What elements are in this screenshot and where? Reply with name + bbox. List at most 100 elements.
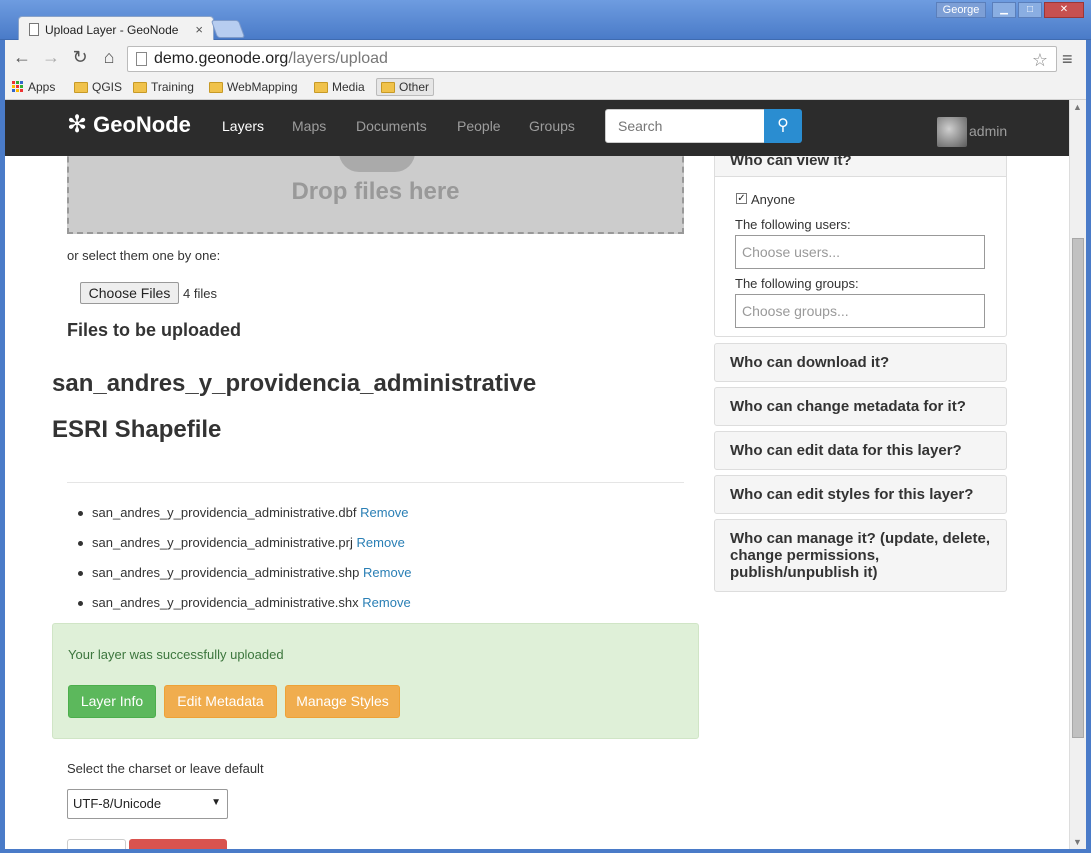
files-heading: Files to be uploaded (67, 320, 242, 340)
file-drop-zone[interactable]: Drop files here (67, 156, 684, 234)
window-frame (0, 849, 1091, 853)
list-item: san_andres_y_providencia_administrative.… (77, 594, 411, 624)
choose-files-button[interactable]: Choose Files (80, 282, 179, 304)
bookmark-folder-qgis[interactable]: QGIS (70, 78, 126, 96)
nav-groups[interactable]: Groups (529, 118, 575, 134)
clear-button[interactable] (67, 839, 126, 849)
upload-icon (339, 156, 415, 172)
tab-close-icon[interactable]: × (195, 22, 203, 37)
page-content: Drop files here or select them one by on… (5, 156, 1069, 849)
bookmark-folder-media[interactable]: Media (310, 78, 369, 96)
permission-edit-styles[interactable]: Who can edit styles for this layer? (714, 475, 1007, 514)
bookmark-folder-other[interactable]: Other (376, 78, 435, 96)
page-scrollbar[interactable]: ▲ ▼ (1069, 100, 1086, 849)
bookmark-folder-training[interactable]: Training (129, 78, 198, 96)
permission-download[interactable]: Who can download it? (714, 343, 1007, 382)
file-list: san_andres_y_providencia_administrative.… (77, 504, 411, 624)
bookmark-label: Media (332, 80, 365, 94)
bookmark-star-icon[interactable]: ☆ (1032, 48, 1048, 72)
panel-heading: Who can view it? (715, 156, 1006, 177)
url-path: /layers/upload (288, 50, 388, 67)
anyone-label: Anyone (751, 192, 796, 207)
back-arrow-icon[interactable]: ← (12, 48, 32, 66)
geonode-logo[interactable]: ✻ GeoNode (67, 112, 191, 138)
scroll-up-icon[interactable]: ▲ (1073, 102, 1082, 112)
reload-icon[interactable]: ↻ (70, 48, 90, 66)
edit-metadata-button[interactable]: Edit Metadata (164, 685, 277, 718)
scroll-down-icon[interactable]: ▼ (1073, 837, 1082, 847)
geonode-flower-icon: ✻ (67, 111, 88, 138)
permission-view-panel: Who can view it? ✓ Anyone The following … (714, 156, 1007, 337)
page-icon (29, 23, 39, 36)
home-icon[interactable]: ⌂ (99, 48, 119, 66)
nav-people[interactable]: People (457, 118, 501, 134)
bookmark-label: QGIS (92, 80, 123, 94)
files-count: 4 files (183, 286, 217, 301)
address-bar[interactable]: demo.geonode.org/layers/upload ☆ (127, 46, 1057, 72)
nav-layers[interactable]: Layers (222, 118, 264, 134)
nav-maps[interactable]: Maps (292, 118, 326, 134)
success-message: Your layer was successfully uploaded (68, 647, 284, 662)
charset-value: UTF-8/Unicode (73, 796, 162, 811)
browser-tab[interactable]: Upload Layer - GeoNode × (18, 16, 214, 42)
bookmark-label: Training (151, 80, 194, 94)
layer-type: ESRI Shapefile (52, 416, 222, 443)
select-files-hint: or select them one by one: (67, 248, 221, 263)
bookmarks-bar: Apps QGIS Training WebMapping Media Othe… (0, 74, 1091, 100)
search-button[interactable]: ⚲ (764, 109, 802, 143)
site-navbar: ✻ GeoNode Layers Maps Documents People G… (5, 100, 1069, 156)
search-input[interactable] (605, 109, 765, 143)
user-menu[interactable]: admin (969, 123, 1007, 139)
url-host: demo.geonode.org (154, 50, 289, 67)
remove-link[interactable]: Remove (360, 505, 408, 520)
brand-name: GeoNode (93, 112, 191, 137)
folder-icon (74, 81, 88, 93)
file-name: san_andres_y_providencia_administrative.… (92, 505, 357, 520)
users-input[interactable]: Choose users... (735, 235, 985, 269)
permission-edit-data[interactable]: Who can edit data for this layer? (714, 431, 1007, 470)
bookmark-label: WebMapping (227, 80, 298, 94)
success-alert: Your layer was successfully uploaded Lay… (52, 623, 699, 739)
minimize-icon[interactable]: ▁ (992, 2, 1016, 18)
window-frame (0, 40, 5, 853)
file-name: san_andres_y_providencia_administrative.… (92, 565, 360, 580)
anyone-checkbox[interactable]: ✓ (736, 193, 747, 204)
view-permission-title: Who can view it? (730, 156, 852, 169)
remove-link[interactable]: Remove (362, 595, 410, 610)
permission-change-metadata[interactable]: Who can change metadata for it? (714, 387, 1007, 426)
remove-link[interactable]: Remove (357, 535, 405, 550)
groups-input[interactable]: Choose groups... (735, 294, 985, 328)
maximize-icon[interactable]: □ (1018, 2, 1042, 18)
scroll-thumb[interactable] (1072, 238, 1084, 738)
dropdown-arrow-icon: ▼ (211, 797, 221, 808)
file-name: san_andres_y_providencia_administrative.… (92, 535, 353, 550)
new-tab-button[interactable] (210, 20, 246, 38)
bookmark-folder-webmapping[interactable]: WebMapping (205, 78, 302, 96)
layer-info-button[interactable]: Layer Info (68, 685, 156, 718)
charset-label: Select the charset or leave default (67, 761, 264, 776)
permission-manage[interactable]: Who can manage it? (update, delete, chan… (714, 519, 1007, 592)
bookmark-apps[interactable]: Apps (8, 78, 59, 96)
manage-styles-button[interactable]: Manage Styles (285, 685, 400, 718)
folder-icon (209, 81, 223, 93)
profile-badge[interactable]: George (936, 2, 986, 18)
avatar[interactable] (937, 117, 967, 147)
tab-title: Upload Layer - GeoNode (45, 22, 179, 37)
folder-icon (133, 81, 147, 93)
layer-name: san_andres_y_providencia_administrative (52, 370, 537, 397)
apps-grid-icon (12, 81, 24, 93)
bookmark-label: Apps (28, 80, 56, 94)
menu-icon[interactable]: ≡ (1062, 49, 1073, 70)
window-frame (1086, 40, 1091, 853)
browser-titlebar: Upload Layer - GeoNode × George ▁ □ ✕ (0, 0, 1091, 42)
remove-link[interactable]: Remove (363, 565, 411, 580)
bookmark-label: Other (399, 80, 430, 94)
folder-icon (381, 81, 395, 93)
folder-icon (314, 81, 328, 93)
upload-button[interactable] (129, 839, 227, 849)
nav-documents[interactable]: Documents (356, 118, 427, 134)
forward-arrow-icon[interactable]: → (41, 48, 61, 66)
charset-select[interactable]: UTF-8/Unicode ▼ (67, 789, 228, 819)
window-close-icon[interactable]: ✕ (1044, 2, 1084, 18)
file-name: san_andres_y_providencia_administrative.… (92, 595, 359, 610)
